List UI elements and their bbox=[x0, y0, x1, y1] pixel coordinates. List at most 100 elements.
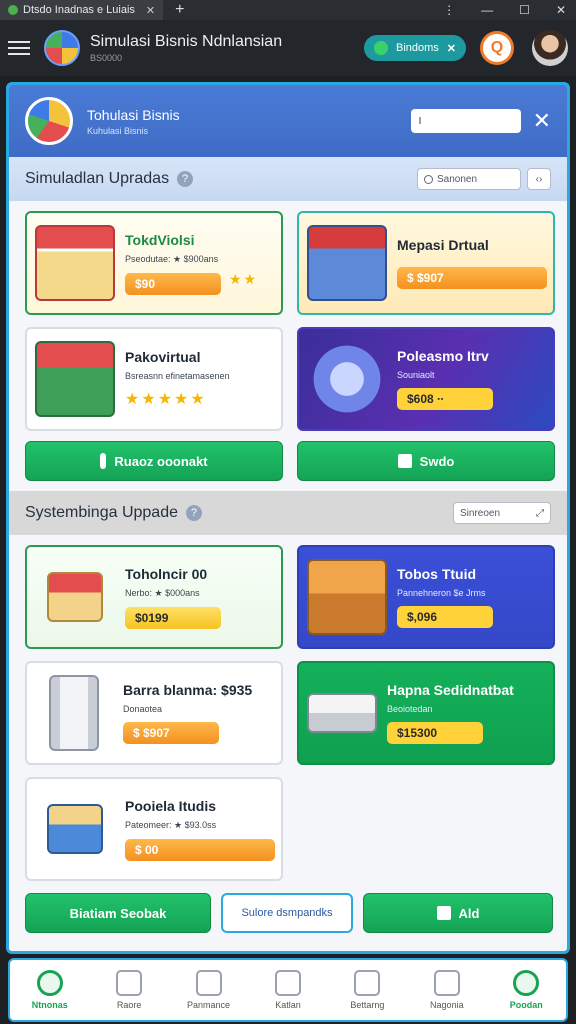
minimize-button[interactable]: — bbox=[481, 3, 493, 17]
card-mepasi-drtual[interactable]: Mepasi Drtual $ $907 bbox=[297, 211, 555, 315]
section-header-upgrades: Simuladlan Upradas ? Sanonen ‹› bbox=[9, 157, 567, 201]
section1-actions: Ruaoz ooonakt Swdo bbox=[9, 441, 567, 491]
nav-item-ntnonas[interactable]: Ntnonas bbox=[15, 970, 85, 1010]
avatar[interactable] bbox=[532, 30, 568, 66]
card-pakovirtual[interactable]: Pakovirtual Bsreasnn efinetamasenen ★★★★… bbox=[25, 327, 283, 431]
section-title: Systembinga Uppade bbox=[25, 504, 178, 521]
bottom-navigation: Ntnonas Raore Panmance Katlan Bettarng N… bbox=[8, 958, 568, 1022]
nav-item-katlan[interactable]: Katlan bbox=[253, 970, 323, 1010]
price-button[interactable]: $90 bbox=[125, 272, 221, 295]
dsmpandks-button[interactable]: Sulore dsmpandks bbox=[221, 893, 353, 933]
section-header-system: Systembinga Uppade ? Sinreoen ⤢ bbox=[9, 491, 567, 535]
price-button[interactable]: $15300 bbox=[387, 722, 483, 744]
folder-icon bbox=[47, 804, 103, 854]
nav-label: Bettarng bbox=[350, 1000, 385, 1010]
card-title: Mepasi Drtual bbox=[397, 237, 489, 253]
card-body: Barra blanma: $935 Donaotea $ $907 bbox=[123, 682, 273, 744]
primary-action-button[interactable]: Ruaoz ooonakt bbox=[25, 441, 283, 481]
cart-icon bbox=[307, 693, 377, 733]
tab-close-icon[interactable]: ✕ bbox=[146, 4, 155, 17]
close-window-button[interactable]: ✕ bbox=[556, 3, 566, 17]
card-subtitle: Nerbo: ★ $000ans bbox=[125, 587, 200, 598]
card-title: Pooiela Itudis bbox=[125, 797, 217, 814]
browser-menu-icon[interactable]: ⋮ bbox=[443, 3, 455, 17]
card-hapna[interactable]: Hapna Sedidnatbat Beoiotedan $15300 bbox=[297, 661, 555, 765]
hamburger-menu-icon[interactable] bbox=[8, 41, 30, 55]
panel-close-icon[interactable]: ✕ bbox=[533, 108, 551, 134]
card-body: TokdViolsi Pseodutae: ★ $900ans $90 ★★ bbox=[125, 232, 273, 295]
window-controls: ⋮ — ☐ ✕ bbox=[443, 3, 576, 17]
panel-input[interactable] bbox=[410, 109, 521, 133]
nav-label: Katlan bbox=[275, 1000, 301, 1010]
calendar-icon bbox=[116, 970, 143, 996]
cart-stand-icon bbox=[307, 559, 387, 635]
card-subtitle: Souniaolt bbox=[397, 370, 435, 380]
nav-item-nagonia[interactable]: Nagonia bbox=[412, 970, 482, 1010]
browser-tab[interactable]: Dtsdo Inadnas e Luiais ✕ bbox=[0, 0, 164, 20]
card-tokd-violsi[interactable]: TokdViolsi Pseodutae: ★ $900ans $90 ★★ bbox=[25, 211, 283, 315]
notification-button[interactable]: Q bbox=[480, 31, 514, 65]
search-input[interactable]: Sanonen bbox=[417, 168, 521, 190]
card-body: Toholncir 00 Nerbo: ★ $000ans $0199 bbox=[125, 566, 273, 629]
price-row: $90 ★★ bbox=[125, 265, 273, 295]
card-tobos-ttuid[interactable]: Tobos Ttuid Pannehneron $e Jrms $,096 bbox=[297, 545, 555, 649]
rating-stars: ★★ bbox=[229, 271, 259, 287]
rating-stars: ★★★★★ bbox=[125, 391, 207, 408]
price-button[interactable]: $ 00 bbox=[125, 838, 275, 861]
house-icon bbox=[195, 970, 222, 996]
camera-icon bbox=[433, 970, 460, 996]
card-subtitle: Donaotea bbox=[123, 704, 163, 714]
secondary-action-button[interactable]: Swdo bbox=[297, 441, 555, 481]
badge-close-icon[interactable]: ✕ bbox=[447, 42, 456, 55]
new-tab-button[interactable]: + bbox=[175, 1, 184, 19]
shop-building-icon bbox=[307, 225, 387, 301]
gift-box-icon bbox=[47, 572, 103, 622]
price-button[interactable]: $ $907 bbox=[123, 722, 219, 744]
view-toggle-button[interactable]: ‹› bbox=[527, 168, 551, 190]
card-barra-blanma[interactable]: Barra blanma: $935 Donaotea $ $907 bbox=[25, 661, 283, 765]
card-body: Pakovirtual Bsreasnn efinetamasenen ★★★★… bbox=[125, 349, 273, 409]
price-button[interactable]: $0199 bbox=[125, 606, 221, 629]
panel-logo bbox=[25, 97, 73, 145]
market-stall-icon bbox=[35, 225, 115, 301]
nav-label: Raore bbox=[116, 1000, 142, 1010]
panel-title: Tohulasi Bisnis bbox=[87, 106, 180, 123]
card-pooiela[interactable]: Pooiela Itudis Pateomeer: ★ $93.0ss $ 00 bbox=[25, 777, 283, 881]
card-poleasmo[interactable]: Poleasmo Itrv Souniaolt $608 ∙∙ bbox=[297, 327, 555, 431]
search-input[interactable]: Sinreoen ⤢ bbox=[453, 502, 551, 524]
app-logo bbox=[44, 30, 80, 66]
nav-item-poodan[interactable]: Poodan bbox=[491, 970, 561, 1010]
seobak-button[interactable]: Biatiam Seobak bbox=[25, 893, 211, 933]
home-leaf-icon bbox=[36, 970, 63, 996]
price-button[interactable]: $,096 bbox=[397, 606, 493, 628]
nav-label: Ntnonas bbox=[31, 1000, 68, 1010]
simulation-panel: Tohulasi Bisnis Kuhulasi Bisnis ✕ Simula… bbox=[6, 82, 570, 954]
nav-label: Panmance bbox=[187, 1000, 231, 1010]
info-icon[interactable]: ? bbox=[185, 505, 202, 521]
panel-header: Tohulasi Bisnis Kuhulasi Bisnis ✕ bbox=[9, 85, 567, 157]
card-toholncir[interactable]: Toholncir 00 Nerbo: ★ $000ans $0199 bbox=[25, 545, 283, 649]
nav-item-raore[interactable]: Raore bbox=[94, 970, 164, 1010]
expand-icon[interactable]: ⤢ bbox=[536, 508, 544, 519]
box-icon bbox=[354, 970, 381, 996]
card-subtitle: Bsreasnn efinetamasenen bbox=[125, 371, 230, 381]
system-card-grid: Toholncir 00 Nerbo: ★ $000ans $0199 Tobo… bbox=[9, 535, 567, 891]
info-icon[interactable]: ? bbox=[177, 171, 194, 187]
price-button[interactable]: $608 ∙∙ bbox=[397, 388, 493, 410]
nav-item-bettarng[interactable]: Bettarng bbox=[332, 970, 402, 1010]
card-title: TokdViolsi bbox=[125, 231, 195, 248]
status-badge[interactable]: Bindoms ✕ bbox=[363, 35, 466, 61]
nav-item-panmance[interactable]: Panmance bbox=[174, 970, 244, 1010]
tag-icon bbox=[274, 970, 301, 996]
card-subtitle: Beoiotedan bbox=[387, 704, 433, 714]
card-title: Poleasmo Itrv bbox=[397, 348, 489, 364]
card-body: Tobos Ttuid Pannehneron $e Jrms $,096 bbox=[397, 566, 545, 628]
maximize-button[interactable]: ☐ bbox=[519, 3, 530, 17]
price-button[interactable]: $ $907 bbox=[397, 267, 547, 289]
section-search: Sinreoen ⤢ bbox=[453, 502, 551, 524]
panel-title-block: Tohulasi Bisnis Kuhulasi Bisnis bbox=[87, 107, 180, 136]
button-label: Ruaoz ooonakt bbox=[114, 453, 208, 469]
add-button[interactable]: Ald bbox=[363, 893, 553, 933]
upgrade-card-grid: TokdViolsi Pseodutae: ★ $900ans $90 ★★ M… bbox=[9, 201, 567, 441]
machine-icon bbox=[307, 341, 387, 417]
